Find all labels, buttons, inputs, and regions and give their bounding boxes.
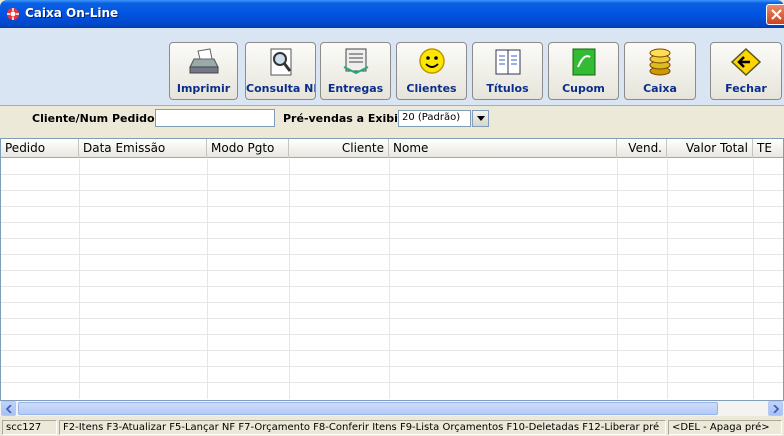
fechar-label: Fechar [725,82,767,95]
grid-header: Pedido Data Emissão Modo Pgto Cliente No… [1,139,783,158]
column-header-data-emissao[interactable]: Data Emissão [79,139,207,158]
receipt-icon [572,48,595,76]
cupom-button[interactable]: Cupom [548,42,619,100]
magnifier-document-icon [270,48,291,76]
grid-row-divider [1,382,783,383]
scroll-left-button[interactable] [1,401,16,416]
clientes-label: Clientes [406,82,457,95]
cliente-num-pedido-label: Cliente/Num Pedido [32,112,155,125]
consulta-nf-button[interactable]: Consulta NF [245,42,316,100]
window-title: Caixa On-Line [25,6,119,20]
delivery-icon [343,48,368,75]
chevron-down-icon [477,116,485,121]
printer-icon [188,48,219,74]
grid-column-divider [207,159,208,399]
caixa-label: Caixa [643,82,677,95]
filter-bar: Cliente/Num Pedido Pré-vendas a Exibir? … [0,106,784,130]
grid-column-divider [289,159,290,399]
grid-row-divider [1,334,783,335]
grid-column-divider [753,159,754,399]
consulta-nf-label: Consulta NF [246,82,315,95]
grid-row-divider [1,286,783,287]
titulos-button[interactable]: Títulos [472,42,543,100]
grid-row-divider [1,206,783,207]
grid-row-divider [1,238,783,239]
cliente-num-pedido-input[interactable] [155,109,275,127]
status-user: scc127 [2,420,57,435]
column-header-valor-total[interactable]: Valor Total [667,139,753,158]
grid-row-divider [1,190,783,191]
grid-row-divider [1,302,783,303]
prevendas-label: Pré-vendas a Exibir? [283,112,410,125]
orders-grid[interactable]: Pedido Data Emissão Modo Pgto Cliente No… [0,138,784,401]
grid-column-divider [667,159,668,399]
column-header-vend[interactable]: Vend. [617,139,667,158]
column-header-nome[interactable]: Nome [389,139,617,158]
titulos-label: Títulos [486,82,529,95]
grid-row-divider [1,254,783,255]
title-bar: Caixa On-Line [0,0,784,28]
imprimir-button[interactable]: Imprimir [169,42,238,100]
column-header-modo-pgto[interactable]: Modo Pgto [207,139,289,158]
grid-row-divider [1,366,783,367]
app-icon [7,8,19,20]
column-header-cliente[interactable]: Cliente [289,139,389,158]
fechar-button[interactable]: Fechar [710,42,782,100]
exit-arrow-icon [730,47,762,77]
grid-body [1,159,783,399]
toolbar: Imprimir Consulta NF Entregas Clientes T… [0,28,784,106]
chevron-right-icon [773,405,779,413]
status-bar: scc127 F2-Itens F3-Atualizar F5-Lançar N… [0,419,784,436]
clientes-button[interactable]: Clientes [396,42,467,100]
status-delete-hint: <DEL - Apaga pré> [668,420,782,435]
grid-row-divider [1,174,783,175]
column-header-pedido[interactable]: Pedido [1,139,79,158]
cupom-label: Cupom [562,82,605,95]
scroll-thumb[interactable] [18,402,718,415]
grid-column-divider [79,159,80,399]
grid-row-divider [1,222,783,223]
status-shortcuts: F2-Itens F3-Atualizar F5-Lançar NF F7-Or… [59,420,666,435]
caixa-button[interactable]: Caixa [624,42,696,100]
close-icon [771,9,782,20]
prevendas-select[interactable]: 20 (Padrão) [398,110,471,127]
grid-row-divider [1,270,783,271]
smiley-icon [418,48,445,74]
grid-column-divider [617,159,618,399]
entregas-button[interactable]: Entregas [320,42,391,100]
close-button[interactable] [766,4,784,25]
grid-row-divider [1,350,783,351]
prevendas-dropdown-button[interactable] [472,110,489,127]
column-header-te[interactable]: TE [753,139,783,158]
chevron-left-icon [6,405,12,413]
imprimir-label: Imprimir [176,82,231,95]
horizontal-scrollbar[interactable] [0,401,784,416]
book-icon [495,49,520,75]
grid-column-divider [389,159,390,399]
scroll-right-button[interactable] [768,401,783,416]
grid-row-divider [1,318,783,319]
entregas-label: Entregas [327,82,384,95]
coins-icon [649,48,671,76]
